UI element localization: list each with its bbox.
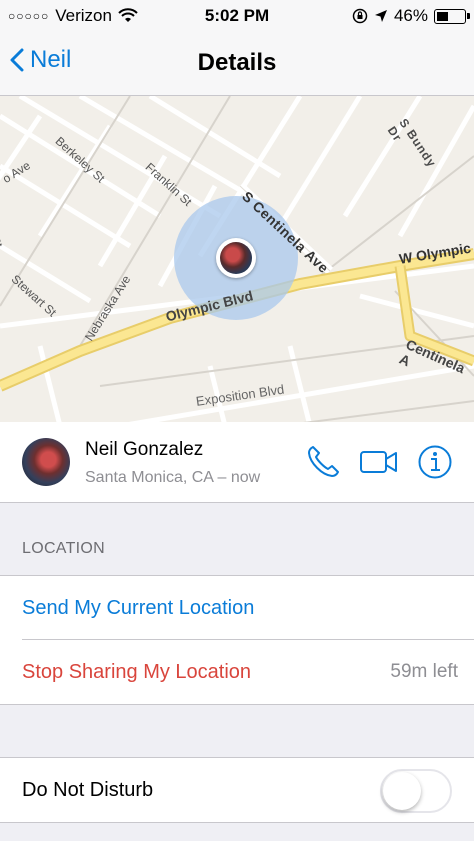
contact-avatar[interactable] xyxy=(22,438,70,486)
send-current-location-button[interactable]: Send My Current Location xyxy=(22,597,254,620)
location-map[interactable]: S Bundy Dr Berkeley St Franklin St S Cen… xyxy=(0,96,474,422)
info-icon[interactable] xyxy=(417,444,453,480)
navigation-bar: Neil Details xyxy=(0,32,474,96)
phone-icon[interactable] xyxy=(305,444,341,480)
do-not-disturb-label: Do Not Disturb xyxy=(22,779,154,801)
do-not-disturb-group: Do Not Disturb xyxy=(0,757,474,823)
contact-row: Neil Gonzalez Santa Monica, CA – now xyxy=(0,422,474,503)
send-location-row[interactable]: Send My Current Location xyxy=(0,576,474,640)
video-camera-icon[interactable] xyxy=(359,448,399,476)
contact-name: Neil Gonzalez xyxy=(85,439,204,460)
avatar xyxy=(220,242,252,274)
battery-icon xyxy=(434,8,470,24)
orientation-lock-icon xyxy=(352,8,368,24)
location-section-header: LOCATION xyxy=(22,540,106,557)
status-bar: ○○○○○ Verizon 5:02 PM 46% xyxy=(0,0,474,32)
do-not-disturb-toggle[interactable] xyxy=(380,769,452,813)
toggle-knob xyxy=(383,772,421,810)
battery-percent: 46% xyxy=(393,6,428,25)
do-not-disturb-row: Do Not Disturb xyxy=(0,758,474,822)
location-group: Send My Current Location Stop Sharing My… xyxy=(0,575,474,705)
stop-sharing-row[interactable]: Stop Sharing My Location 59m left xyxy=(0,640,474,704)
stop-sharing-location-button[interactable]: Stop Sharing My Location xyxy=(22,661,251,684)
page-title: Details xyxy=(197,49,277,76)
sharing-time-remaining: 59m left xyxy=(390,661,458,682)
location-arrow-icon xyxy=(374,10,387,22)
contact-location-status: Santa Monica, CA – now xyxy=(85,469,261,486)
location-pin[interactable] xyxy=(216,238,256,278)
